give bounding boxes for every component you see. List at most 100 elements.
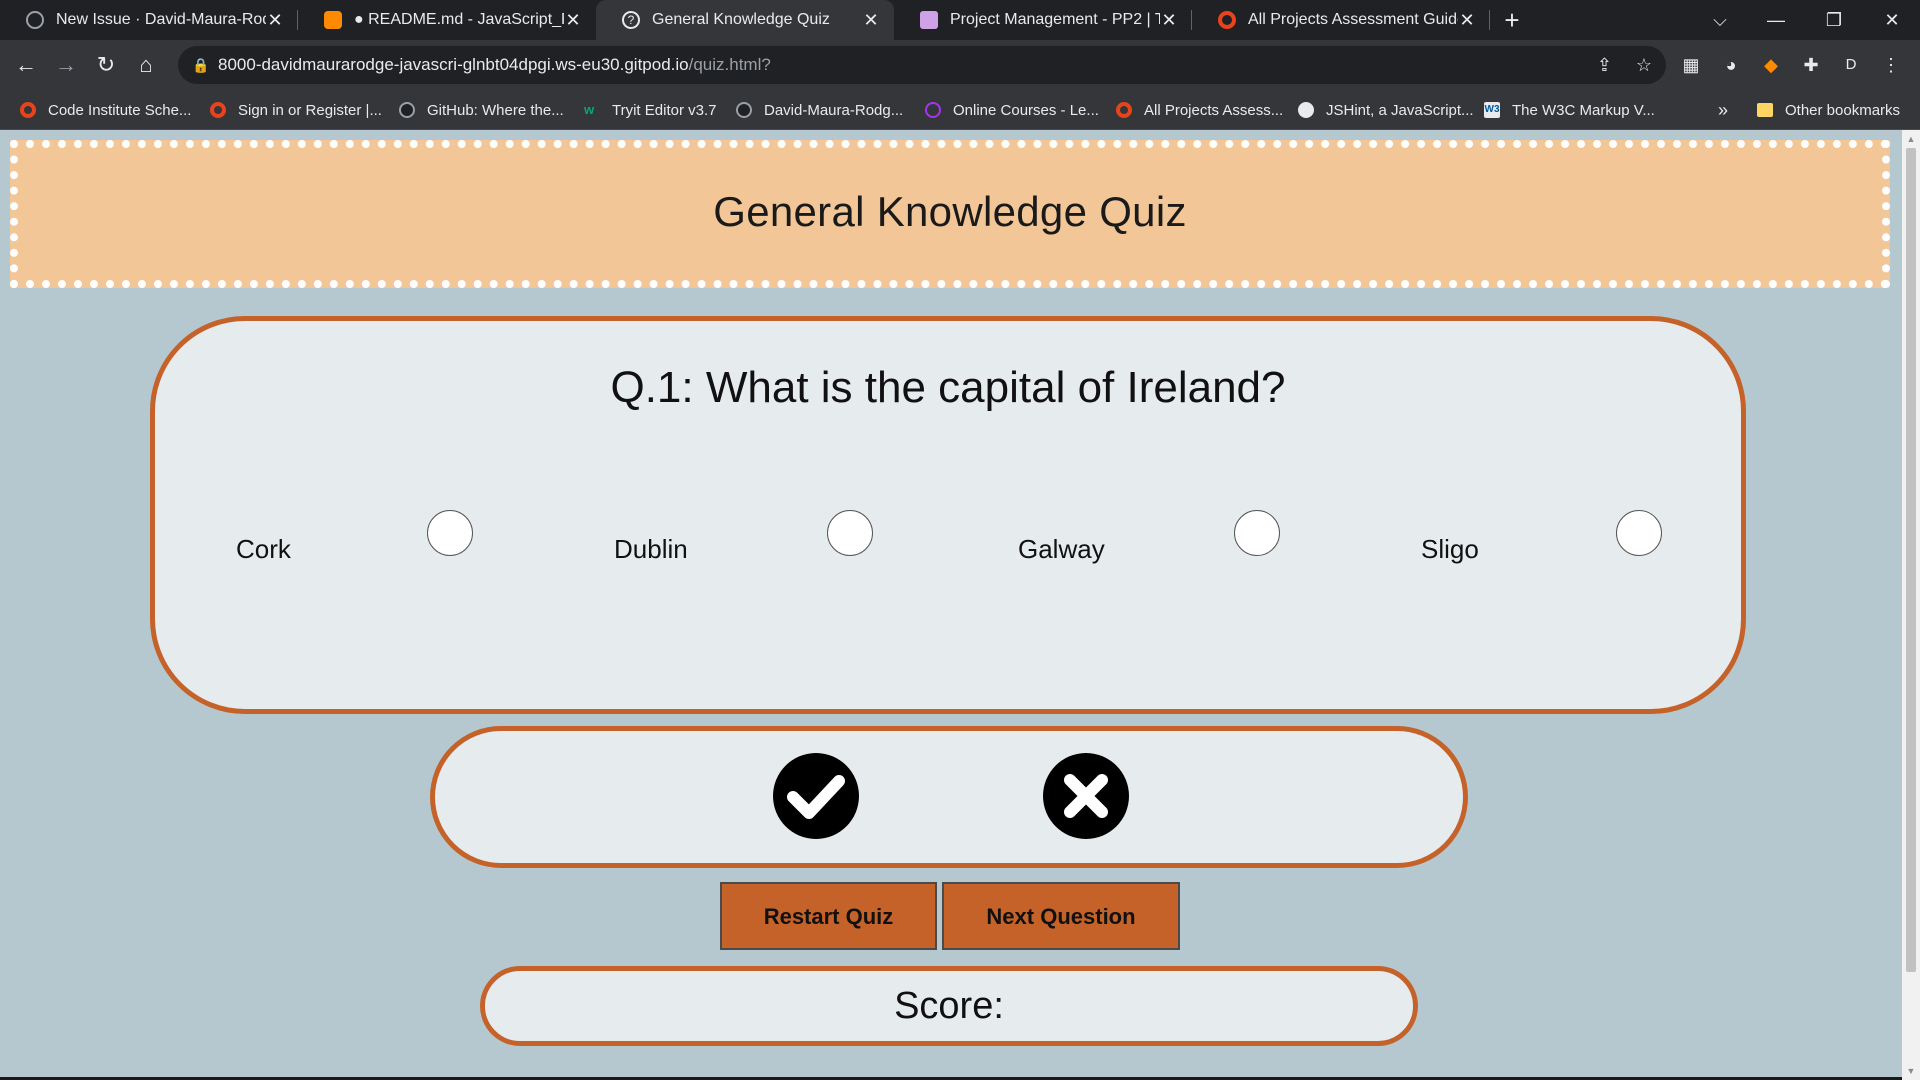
bookmark-label: All Projects Assess... [1144,101,1284,119]
share-icon[interactable]: ⇪ [1597,46,1612,84]
restore-button[interactable]: ❐ [1806,0,1862,40]
github-icon [26,11,44,29]
close-icon[interactable]: ✕ [1458,10,1476,31]
forward-button[interactable]: → [50,50,82,80]
folder-icon [1757,103,1773,117]
w3schools-icon: w [584,102,595,117]
bookmark-label: Other bookmarks [1785,101,1901,119]
bookmark-item[interactable]: David-Maura-Rodg... [736,90,903,130]
bookmark-item[interactable]: w Tryit Editor v3.7 [584,90,716,130]
lock-icon: 🔒 [192,57,210,73]
page-title: General Knowledge Quiz [713,188,1187,235]
answer-label-galway[interactable]: Galway [1018,534,1105,565]
bookmark-item[interactable]: Online Courses - Le... [925,90,1099,130]
reload-button[interactable]: ↻ [90,50,122,80]
tab-new-issue[interactable]: New Issue · David-Maura-Rodger ✕ [0,0,298,40]
answer-radio-dublin[interactable] [827,510,873,556]
tab-trello[interactable]: Project Management - PP2 | Trell ✕ [894,0,1192,40]
globe-icon [1298,102,1314,118]
w3c-icon: W3 [1484,102,1500,118]
code-institute-icon [1218,11,1236,29]
quiz-header: General Knowledge Quiz [10,140,1890,288]
question-card: Q.1: What is the capital of Ireland? Cor… [150,316,1746,714]
close-icon[interactable]: ✕ [266,10,284,31]
bookmark-star-icon[interactable]: ☆ [1636,46,1652,84]
answer-label-cork[interactable]: Cork [236,534,291,565]
menu-kebab-icon[interactable]: ⋮ [1880,54,1902,76]
restart-quiz-button[interactable]: Restart Quiz [720,882,937,950]
bookmark-item[interactable]: Code Institute Sche... [20,90,191,130]
gitpod-extension-icon[interactable]: ◆ [1760,54,1782,76]
score-label: Score: [894,985,1004,1027]
close-icon[interactable]: ✕ [1160,10,1178,31]
tab-title: ● README.md - JavaScript_Proje [354,11,564,28]
gitpod-icon [324,11,342,29]
tab-title: All Projects Assessment Guide | A [1248,11,1458,28]
home-button[interactable]: ⌂ [130,50,162,80]
bookmark-label: Tryit Editor v3.7 [612,101,717,119]
tab-divider [1489,10,1490,30]
tab-general-knowledge-quiz[interactable]: ? General Knowledge Quiz ✕ [596,0,894,40]
code-institute-icon [210,102,226,118]
tab-assessment-guide[interactable]: All Projects Assessment Guide | A ✕ [1192,0,1490,40]
incorrect-cross-icon [1043,753,1129,839]
tab-title: Project Management - PP2 | Trell [950,11,1160,28]
feedback-card [430,726,1468,868]
bookmark-label: David-Maura-Rodg... [764,101,904,119]
answer-label-dublin[interactable]: Dublin [614,534,688,565]
code-institute-icon [20,102,36,118]
puzzle-extensions-icon[interactable]: ✚ [1800,54,1822,76]
question-text: Q.1: What is the capital of Ireland? [610,363,1286,412]
github-icon [399,102,415,118]
scroll-up-arrow-icon[interactable]: ▲ [1902,132,1920,146]
extension-owl-icon[interactable]: ◕ [1720,54,1742,76]
minimize-button[interactable]: — [1748,0,1804,40]
answer-label-sligo[interactable]: Sligo [1421,534,1479,565]
close-icon[interactable]: ✕ [564,10,582,31]
bookmark-label: GitHub: Where the... [427,101,564,119]
tab-readme[interactable]: ● README.md - JavaScript_Proje ✕ [298,0,596,40]
toolbar: ← → ↻ ⌂ 🔒 8000-davidmaurarodge-javascri-… [0,40,1920,90]
bookmark-item[interactable]: JSHint, a JavaScript... [1298,90,1474,130]
trello-icon [920,11,938,29]
profile-avatar[interactable]: D [1840,54,1862,76]
url-path: /quiz.html? [688,55,771,74]
bookmarks-bar: Code Institute Sche... Sign in or Regist… [0,90,1920,130]
bookmark-label: Online Courses - Le... [953,101,1099,119]
page-viewport: General Knowledge Quiz Q.1: What is the … [0,130,1902,1080]
page-scrollbar[interactable]: ▲ ▼ [1902,130,1920,1080]
other-bookmarks-folder[interactable]: Other bookmarks [1757,90,1900,130]
correct-check-icon [773,753,859,839]
bookmark-item[interactable]: Sign in or Register |... [210,90,382,130]
answer-radio-galway[interactable] [1234,510,1280,556]
question-circle-icon: ? [622,11,640,29]
bookmark-item[interactable]: All Projects Assess... [1116,90,1283,130]
new-tab-button[interactable]: + [1490,0,1534,40]
scroll-down-arrow-icon[interactable]: ▼ [1902,1064,1920,1078]
answer-radio-sligo[interactable] [1616,510,1662,556]
next-question-button[interactable]: Next Question [942,882,1180,950]
github-icon [736,102,752,118]
address-bar[interactable]: 🔒 8000-davidmaurarodge-javascri-glnbt04d… [178,46,1666,84]
bookmarks-overflow-chevron-icon[interactable]: » [1718,90,1728,130]
close-window-button[interactable]: ✕ [1864,0,1920,40]
tab-title: New Issue · David-Maura-Rodger [56,11,266,28]
score-box: Score: [480,966,1418,1046]
code-institute-icon [1116,102,1132,118]
scrollbar-thumb[interactable] [1906,148,1916,972]
bookmark-label: JSHint, a JavaScript... [1326,101,1474,119]
tab-search-button[interactable]: ⌵ [1692,0,1748,40]
bookmark-label: Sign in or Register |... [238,101,382,119]
tab-strip: New Issue · David-Maura-Rodger ✕ ● READM… [0,0,1920,40]
bookmark-label: The W3C Markup V... [1512,101,1655,119]
tab-title: General Knowledge Quiz [652,11,830,28]
url-host: 8000-davidmaurarodge-javascri-glnbt04dpg… [218,55,689,74]
answer-radio-cork[interactable] [427,510,473,556]
udemy-icon [925,102,941,118]
close-icon[interactable]: ✕ [862,10,880,31]
bookmark-label: Code Institute Sche... [48,101,192,119]
bookmark-item[interactable]: GitHub: Where the... [399,90,564,130]
back-button[interactable]: ← [10,50,42,80]
qr-code-icon[interactable]: ▦ [1680,54,1702,76]
bookmark-item[interactable]: W3 The W3C Markup V... [1484,90,1655,130]
